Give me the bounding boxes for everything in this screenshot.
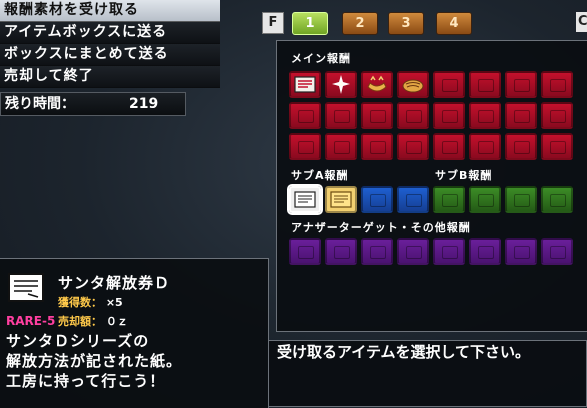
menu-send-all-to-box[interactable]: ボックスにまとめて送る [0,44,220,66]
item-count-label: 獲得数： [58,296,102,309]
item-description-line: 工房に持って行こう！ [6,372,166,390]
sub-b-slot-2[interactable] [469,186,501,213]
main-slot-1-6[interactable] [469,71,501,98]
tab-page-4[interactable]: 4 [436,12,472,35]
another-slot-7[interactable] [505,238,537,265]
main-slot-2-4[interactable] [397,102,429,129]
menu-sell-and-finish[interactable]: 売却して終了 [0,66,220,88]
main-slot-3-8[interactable] [541,133,573,160]
item-count-value: ×5 [105,296,123,309]
help-message: 受け取るアイテムを選択して下さい。 [268,340,587,407]
main-slot-1-5[interactable] [433,71,465,98]
remaining-time-value: 219 [129,96,159,112]
main-slot-2-8[interactable] [541,102,573,129]
reward-menu: 報酬素材を受け取る アイテムボックスに送る ボックスにまとめて送る 売却して終了 [0,0,220,88]
sub-a-slot-2[interactable] [325,186,357,213]
ticket-white-icon [294,191,316,208]
tab-page-3[interactable]: 3 [388,12,424,35]
another-slot-1[interactable] [289,238,321,265]
help-message-text: 受け取るアイテムを選択して下さい。 [277,343,531,361]
sub-a-slot-3[interactable] [361,186,393,213]
remaining-time-box: 残り時間： 219 [0,92,186,116]
main-slot-3-1[interactable] [289,133,321,160]
item-info-panel: サンタ解放券Ｄ 獲得数： ×5 売却額： ０ｚ RARE-5 サンタＤシリーズの… [0,258,269,408]
item-price-value: ０ｚ [105,315,128,328]
another-slot-4[interactable] [397,238,429,265]
another-slot-6[interactable] [469,238,501,265]
item-rarity: RARE-5 [6,314,56,328]
sub-a-slot-4[interactable] [397,186,429,213]
tab-page-2[interactable]: 2 [342,12,378,35]
sparkle-icon [332,75,350,94]
item-price-row: 売却額： ０ｚ [58,313,128,329]
main-slot-2-3[interactable] [361,102,393,129]
reward-panel: メイン報酬 サブA報酬 サブB報酬 アナザーターゲット・その他報酬 [276,40,587,332]
menu-send-to-box[interactable]: アイテムボックスに送る [0,22,220,44]
ticket-red-icon [294,76,316,93]
tab-page-1[interactable]: 1 [292,12,328,35]
bread-icon [402,79,424,93]
sub-a-slot-1[interactable] [287,184,323,215]
main-slot-2-2[interactable] [325,102,357,129]
ingredient-icon [367,75,387,92]
item-price-label: 売却額： [58,315,102,328]
sub-b-reward-label: サブB報酬 [435,169,493,182]
sub-b-slot-3[interactable] [505,186,537,213]
another-slot-5[interactable] [433,238,465,265]
main-slot-3-4[interactable] [397,133,429,160]
menu-receive-materials[interactable]: 報酬素材を受け取る [0,0,220,22]
another-reward-label: アナザーターゲット・その他報酬 [291,221,471,234]
main-slot-1-3[interactable] [361,71,393,98]
sub-b-slot-1[interactable] [433,186,465,213]
main-slot-3-5[interactable] [433,133,465,160]
main-slot-1-7[interactable] [505,71,537,98]
main-reward-label: メイン報酬 [291,52,351,65]
remaining-time-label: 残り時間： [5,96,75,112]
main-slot-1-1[interactable] [289,71,321,98]
item-description-line: 解放方法が記された紙。 [6,352,183,370]
item-name: サンタ解放券Ｄ [58,274,171,292]
sub-a-reward-label: サブA報酬 [291,169,349,182]
item-description: サンタＤシリーズの 解放方法が記された紙。 工房に持って行こう！ [6,331,182,391]
sub-b-slot-4[interactable] [541,186,573,213]
another-slot-2[interactable] [325,238,357,265]
ticket-yellow-icon [330,191,352,208]
tab-c-button[interactable]: C [576,12,587,32]
main-slot-3-2[interactable] [325,133,357,160]
item-description-line: サンタＤシリーズの [6,332,150,350]
main-slot-2-5[interactable] [433,102,465,129]
main-slot-3-7[interactable] [505,133,537,160]
main-slot-1-2[interactable] [325,71,357,98]
main-slot-3-6[interactable] [469,133,501,160]
main-slot-1-4[interactable] [397,71,429,98]
item-count-row: 獲得数： ×5 [58,294,123,310]
main-slot-1-8[interactable] [541,71,573,98]
tab-f-button[interactable]: F [262,12,284,34]
another-slot-8[interactable] [541,238,573,265]
ticket-white-icon [8,273,44,302]
another-slot-3[interactable] [361,238,393,265]
main-slot-2-6[interactable] [469,102,501,129]
main-slot-2-1[interactable] [289,102,321,129]
main-slot-3-3[interactable] [361,133,393,160]
main-slot-2-7[interactable] [505,102,537,129]
